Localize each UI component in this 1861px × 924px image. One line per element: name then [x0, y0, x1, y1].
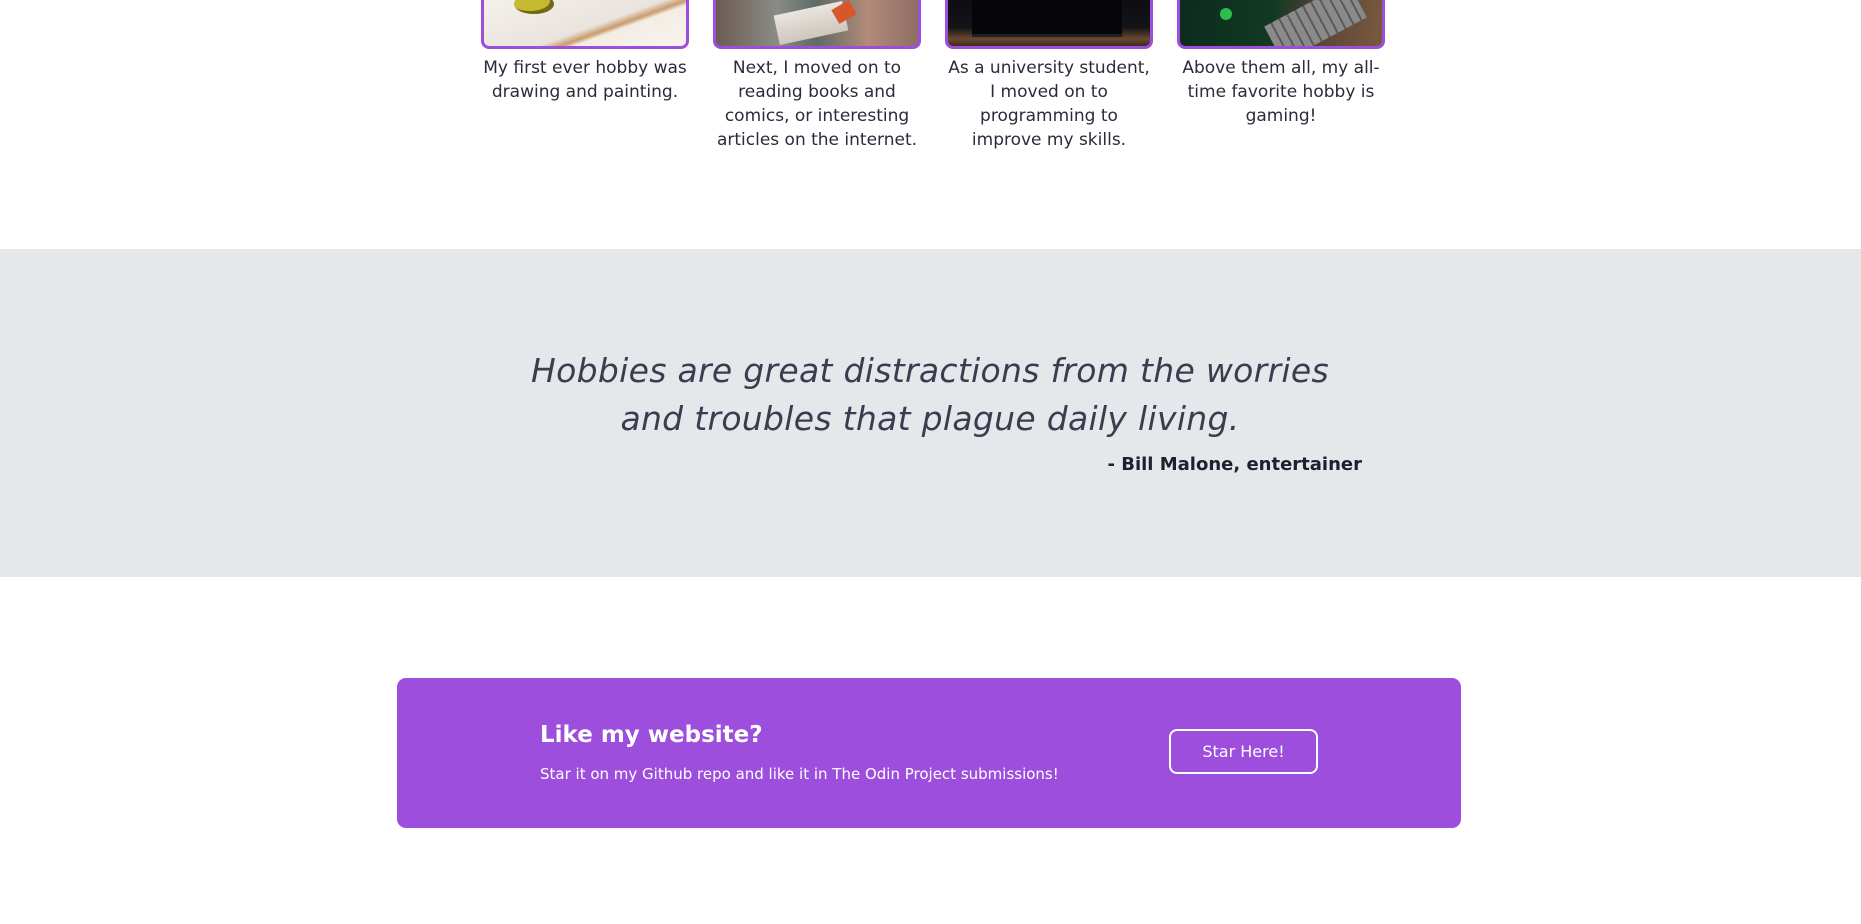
hobby-caption: My first ever hobby was drawing and pain… [483, 58, 687, 102]
keyboard-shape [1264, 0, 1367, 46]
quote-author: - Bill Malone, entertainer [1107, 454, 1363, 475]
hobby-card-drawing: My first ever hobby was drawing and pain… [481, 0, 689, 104]
drawing-and-painting-image [481, 0, 689, 49]
programming-laptop-image [945, 0, 1153, 49]
razer-logo-icon [1220, 8, 1232, 20]
hobby-caption: Next, I moved on to reading books and co… [716, 58, 918, 150]
hobby-caption: As a university student, I moved on to p… [948, 58, 1150, 150]
call-to-action-banner: Like my website? Star it on my Github re… [397, 678, 1461, 828]
hobby-caption: Above them all, my all-time favorite hob… [1182, 58, 1380, 126]
hobby-card-gaming: Above them all, my all-time favorite hob… [1177, 0, 1385, 128]
reading-books-image [713, 0, 921, 49]
paint-blob [514, 0, 554, 14]
hobby-card-reading: Next, I moved on to reading books and co… [713, 0, 921, 152]
hobbies-section: My first ever hobby was drawing and pain… [0, 0, 1861, 160]
star-here-button[interactable]: Star Here! [1169, 729, 1318, 774]
quote-section: Hobbies are great distractions from the … [0, 249, 1861, 577]
page: My first ever hobby was drawing and pain… [0, 0, 1861, 924]
hobby-card-programming: As a university student, I moved on to p… [945, 0, 1153, 152]
quote-text: Hobbies are great distractions from the … [531, 351, 1329, 438]
gaming-keyboard-image [1177, 0, 1385, 49]
cta-subtitle: Star it on my Github repo and like it in… [540, 765, 1059, 783]
cta-title: Like my website? [540, 722, 763, 748]
laptop-shape [972, 0, 1122, 37]
